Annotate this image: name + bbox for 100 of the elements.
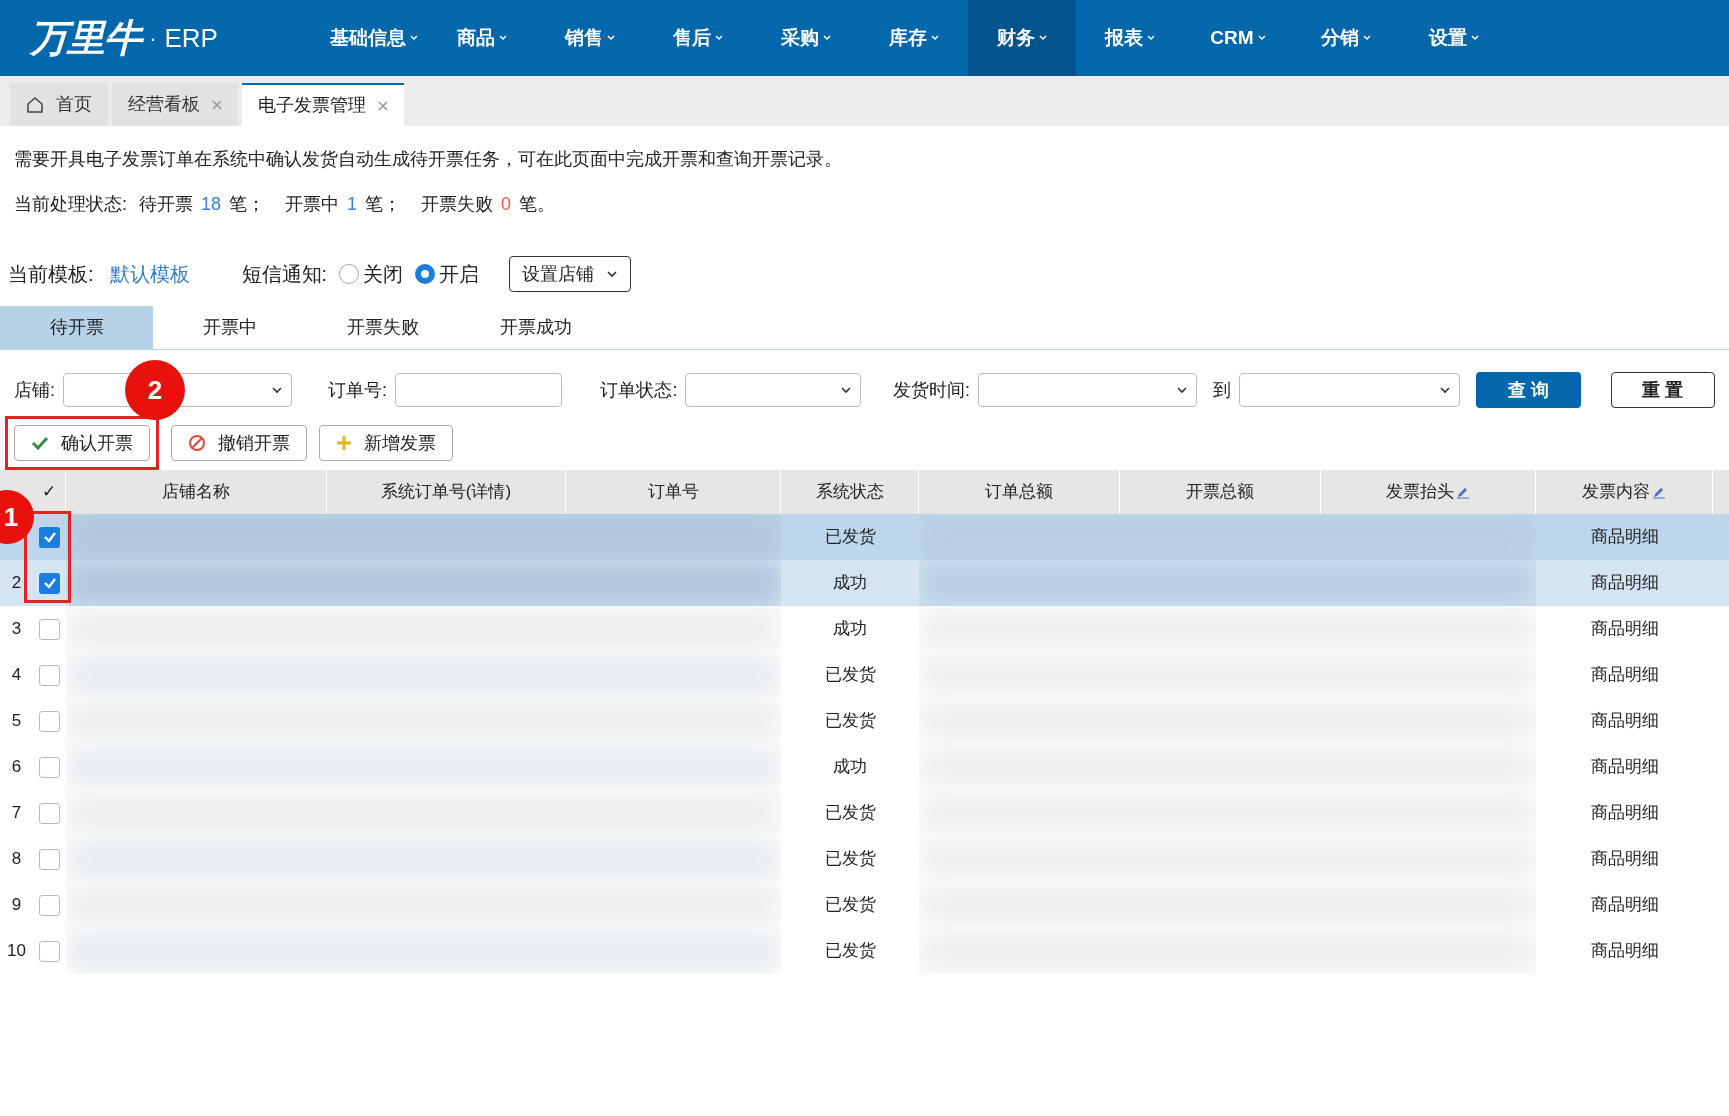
search-button[interactable]: 查 询 [1476, 372, 1581, 408]
ship-time-end-select[interactable] [1239, 373, 1461, 407]
row-number: 4 [11, 664, 22, 687]
caret-icon [1471, 35, 1479, 41]
invoice-content-cell-text: 商品明细 [1589, 894, 1660, 917]
nav-menu-item[interactable]: 设置 [1400, 0, 1508, 76]
nav-menu-item[interactable]: 售后 [644, 0, 752, 76]
status-cell-text: 成功 [832, 572, 868, 595]
caret-icon [410, 35, 418, 41]
row-number: 2 [11, 572, 22, 595]
table-row[interactable]: 2 成功 商品明细 [0, 560, 1729, 606]
status-unit: 笔； [365, 193, 402, 216]
chevron-icon [1439, 386, 1452, 394]
field-label: 发货时间: [893, 378, 971, 402]
status-name: 开票失败 [421, 193, 494, 216]
caret-icon [1147, 35, 1155, 41]
home-icon [26, 95, 44, 114]
radio-label: 开启 [439, 262, 480, 287]
invoice-content-cell-text: 商品明细 [1589, 848, 1660, 871]
row-number: 7 [11, 802, 22, 825]
nav-menu-item[interactable]: 基础信息 [320, 0, 428, 76]
row-checkbox[interactable] [39, 572, 60, 594]
tab-label: 经营看板 [128, 93, 200, 116]
field-label: 店铺: [14, 378, 55, 402]
invoice-content-cell-text: 商品明细 [1589, 802, 1660, 825]
status-tab[interactable]: 待开票 [0, 306, 153, 349]
status-cell-text: 已发货 [823, 894, 877, 917]
invoice-content-cell-text: 商品明细 [1589, 940, 1660, 963]
template-label: 当前模板: [8, 262, 94, 287]
action-button[interactable]: 确认开票 [14, 425, 150, 461]
caret-icon [1039, 35, 1047, 41]
tab-label: 首页 [56, 93, 92, 116]
page-tab[interactable]: 首页 [10, 83, 108, 126]
field-label: 订单状态: [600, 378, 678, 402]
row-number: 10 [7, 940, 26, 963]
status-unit: 笔； [229, 193, 266, 216]
page-tab[interactable]: 经营看板 [112, 83, 238, 126]
row-checkbox[interactable] [39, 894, 60, 916]
row-checkbox[interactable] [39, 802, 60, 824]
row-checkbox[interactable] [39, 940, 60, 962]
caret-icon [823, 35, 831, 41]
nav-menu-item[interactable]: CRM [1184, 0, 1292, 76]
row-checkbox[interactable] [39, 618, 60, 640]
close-icon[interactable] [378, 100, 388, 111]
action-button[interactable]: 撤销开票 [171, 425, 307, 461]
close-icon[interactable] [212, 99, 222, 110]
pencil-icon[interactable] [1652, 485, 1666, 499]
row-checkbox[interactable] [39, 710, 60, 732]
status-cell-text: 成功 [832, 756, 868, 779]
caret-icon [715, 35, 723, 41]
nav-menu-item[interactable]: 报表 [1076, 0, 1184, 76]
template-link[interactable]: 默认模板 [109, 259, 190, 289]
status-unit: 笔。 [519, 193, 556, 216]
order-number-input[interactable] [394, 373, 563, 407]
tab-label: 电子发票管理 [258, 94, 366, 117]
ship-time-start-select[interactable] [978, 373, 1198, 407]
invoice-content-cell-text: 商品明细 [1589, 664, 1660, 687]
nav-menu-item[interactable]: 分销 [1292, 0, 1400, 76]
status-count: 1 [347, 193, 358, 216]
radio-button[interactable] [339, 264, 360, 284]
nav-menu-item[interactable]: 财务 [968, 0, 1076, 76]
status-name: 待开票 [139, 193, 193, 216]
caret-icon [499, 35, 507, 41]
nav-menu-item[interactable]: 商品 [428, 0, 536, 76]
status-label: 当前处理状态: [14, 193, 127, 216]
reset-button[interactable]: 重 置 [1610, 372, 1715, 408]
logo-dot: · [149, 24, 157, 53]
caret-icon [1363, 35, 1371, 41]
nav-menu-item[interactable]: 库存 [860, 0, 968, 76]
radio-button[interactable] [415, 264, 436, 284]
sms-label: 短信通知: [241, 262, 328, 287]
chevron-icon [840, 386, 853, 394]
nav-menu-item[interactable]: 销售 [536, 0, 644, 76]
store-setting-dropdown[interactable]: 设置店铺 [509, 256, 632, 292]
row-number: 5 [11, 710, 22, 733]
page-tab[interactable]: 电子发票管理 [242, 83, 404, 126]
invoice-content-cell-text: 商品明细 [1589, 756, 1660, 779]
status-cell-text: 已发货 [823, 526, 877, 549]
field-label: 到 [1213, 378, 1232, 402]
caret-icon [1257, 35, 1266, 41]
invoice-content-cell-text: 商品明细 [1589, 526, 1660, 549]
row-number: 3 [11, 618, 22, 641]
row-checkbox[interactable] [39, 756, 60, 778]
prohibited-icon [188, 434, 206, 452]
row-number: 8 [11, 848, 22, 871]
pencil-icon[interactable] [1456, 485, 1470, 499]
caret-icon [607, 35, 615, 41]
chevron-icon [606, 270, 619, 278]
plus-icon [336, 435, 352, 451]
action-button[interactable]: 新增发票 [319, 425, 453, 461]
status-count: 0 [501, 193, 512, 216]
row-checkbox[interactable] [39, 848, 60, 870]
row-checkbox[interactable] [39, 664, 60, 686]
checkmark-icon [42, 531, 57, 543]
status-cell-text: 已发货 [823, 802, 877, 825]
check-icon [31, 436, 49, 450]
nav-menu-item[interactable]: 采购 [752, 0, 860, 76]
status-cell-text: 已发货 [823, 848, 877, 871]
order-status-select[interactable] [685, 373, 862, 407]
row-checkbox[interactable] [39, 526, 60, 548]
